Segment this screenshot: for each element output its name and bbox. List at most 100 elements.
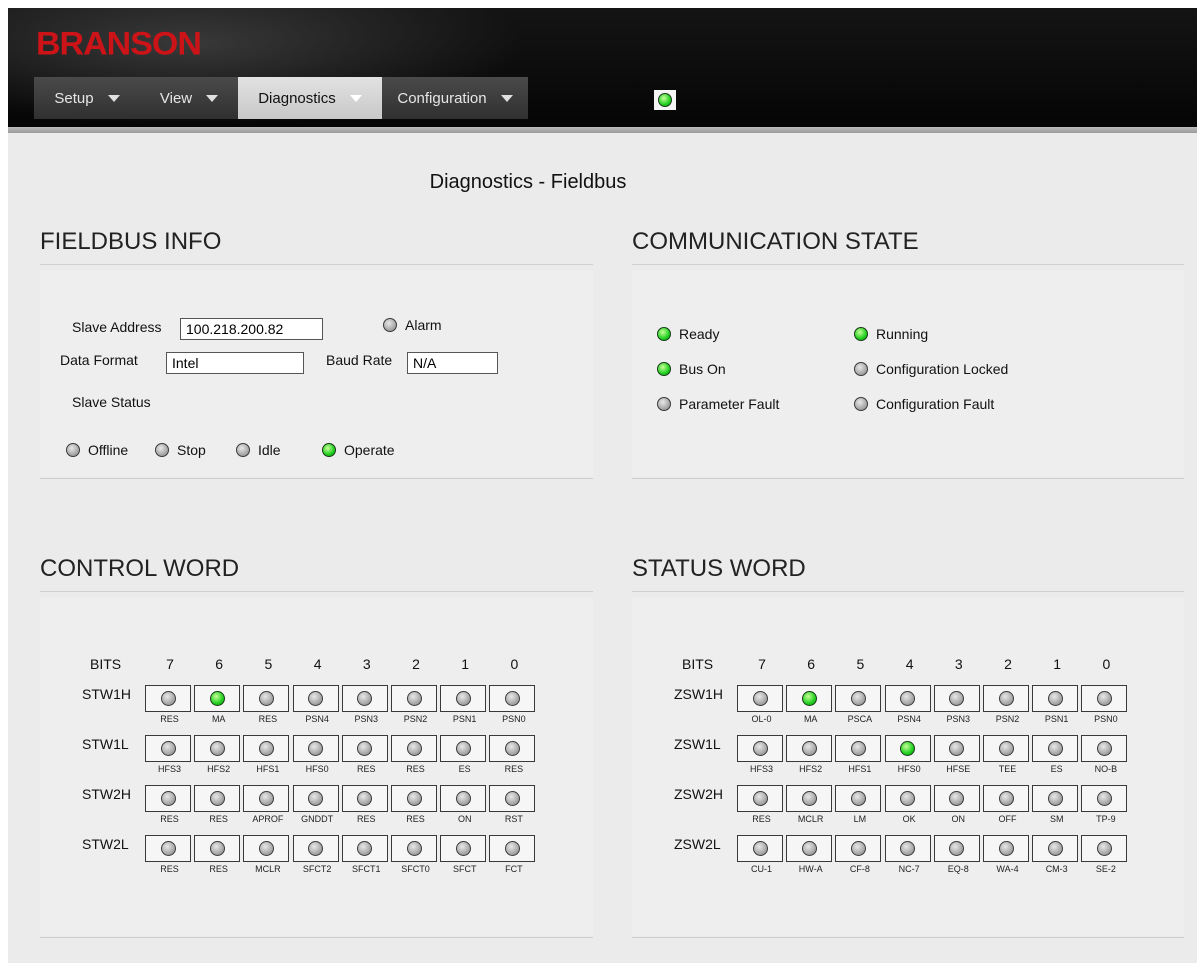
bit-label: RES bbox=[160, 814, 179, 824]
bit-label: RST bbox=[504, 814, 523, 824]
alarm-indicator: Alarm bbox=[383, 317, 442, 333]
bit-label: HFSE bbox=[946, 764, 971, 774]
bit-cell bbox=[489, 735, 536, 762]
bit-led-icon bbox=[308, 741, 324, 756]
bit-cell bbox=[737, 685, 783, 712]
bit-led-icon bbox=[1096, 691, 1112, 706]
bit-cell bbox=[341, 785, 388, 812]
bit-label: WA-4 bbox=[996, 864, 1019, 874]
comm-state-configuration-locked: Configuration Locked bbox=[854, 361, 1008, 377]
status-led-icon bbox=[66, 443, 80, 457]
bit-cell bbox=[440, 685, 487, 712]
bit-number: 4 bbox=[313, 656, 322, 672]
menu-view[interactable]: View bbox=[140, 77, 238, 119]
bit-led-icon bbox=[406, 691, 422, 706]
bit-label: CU-1 bbox=[750, 864, 772, 874]
bit-label: PSN3 bbox=[354, 714, 379, 724]
bit-label: ES bbox=[1050, 764, 1063, 774]
bit-led-icon bbox=[357, 741, 373, 756]
bit-led-icon bbox=[900, 791, 916, 806]
bit-led-icon bbox=[1096, 741, 1112, 756]
bit-cell bbox=[341, 835, 388, 862]
bit-number: 1 bbox=[1053, 656, 1062, 672]
chevron-down-icon bbox=[107, 94, 120, 102]
bit-cell bbox=[489, 685, 536, 712]
branson-logo: BRANSON bbox=[36, 25, 202, 63]
bit-label: RES bbox=[258, 714, 278, 724]
bit-label: PSN0 bbox=[1094, 714, 1118, 724]
bit-led-icon bbox=[504, 691, 520, 706]
bit-label: MA bbox=[803, 714, 818, 724]
menu-configuration[interactable]: Configuration bbox=[382, 77, 528, 119]
bit-led-icon bbox=[850, 791, 866, 806]
comm-state-label: Running bbox=[876, 326, 929, 342]
bit-label: HFS0 bbox=[305, 764, 329, 774]
bit-label: PSN4 bbox=[897, 714, 921, 724]
status-word-bottom-rule bbox=[632, 937, 1184, 938]
bit-led-icon bbox=[455, 841, 471, 856]
bit-label: OL-0 bbox=[751, 714, 772, 724]
bit-label: RES bbox=[406, 814, 425, 824]
bit-number: 5 bbox=[264, 656, 273, 672]
word-row-name-stw1l: STW1L bbox=[82, 736, 129, 752]
data-format-field[interactable]: Intel bbox=[166, 352, 304, 374]
comm-state-label: Configuration Locked bbox=[876, 361, 1009, 377]
bit-label: MCLR bbox=[797, 814, 824, 824]
bit-number: 5 bbox=[856, 656, 865, 672]
slave-address-field[interactable]: 100.218.200.82 bbox=[180, 318, 323, 340]
bit-label: HW-A bbox=[798, 864, 823, 874]
bit-cell bbox=[737, 785, 783, 812]
bit-cell bbox=[786, 785, 833, 812]
bit-label: PSN3 bbox=[946, 714, 971, 724]
comm-state-ready: Ready bbox=[657, 326, 719, 342]
slave-address-label: Slave Address bbox=[72, 319, 162, 335]
bit-led-icon bbox=[752, 691, 768, 706]
bit-number: 1 bbox=[461, 656, 470, 672]
bit-label: PSN2 bbox=[403, 714, 428, 724]
bit-label: FCT bbox=[505, 864, 523, 874]
baud-rate-field[interactable]: N/A bbox=[407, 352, 498, 374]
bit-label: PSN1 bbox=[452, 714, 477, 724]
bit-label: ON bbox=[951, 814, 966, 824]
bit-label: PSN1 bbox=[1044, 714, 1069, 724]
alarm-led-icon bbox=[383, 318, 397, 332]
fieldbus-info-bottom-rule bbox=[40, 478, 593, 479]
bit-cell bbox=[835, 785, 882, 812]
bit-cell bbox=[243, 685, 290, 712]
bit-cell bbox=[884, 835, 931, 862]
menu-diagnostics[interactable]: Diagnostics bbox=[238, 77, 382, 119]
bit-led-icon bbox=[1047, 691, 1063, 706]
menu-setup[interactable]: Setup bbox=[34, 77, 140, 119]
bit-cell bbox=[489, 835, 536, 862]
bit-led-icon bbox=[900, 741, 916, 756]
app-frame: BRANSON Setup View Diagnostics Configuratio… bbox=[8, 8, 1197, 963]
slave-status-label: Stop bbox=[177, 442, 206, 458]
bit-led-icon bbox=[998, 841, 1014, 856]
bit-led-icon bbox=[1047, 841, 1063, 856]
bit-label: TP-9 bbox=[1096, 814, 1116, 824]
bit-cell bbox=[1081, 735, 1128, 762]
bit-led-icon bbox=[1096, 791, 1112, 806]
bit-cell bbox=[440, 835, 487, 862]
system-status-indicator bbox=[654, 90, 676, 110]
communication-state-rule bbox=[632, 264, 1184, 265]
word-row-name-stw2h: STW2H bbox=[82, 786, 131, 802]
bit-cell bbox=[786, 685, 833, 712]
bit-led-icon bbox=[455, 691, 471, 706]
bit-cell bbox=[391, 735, 437, 762]
bit-cell bbox=[489, 785, 536, 812]
status-word-rule bbox=[632, 591, 1184, 592]
slave-status-idle: Idle bbox=[236, 442, 281, 458]
bit-number: 2 bbox=[412, 656, 420, 672]
bit-led-icon bbox=[258, 791, 274, 806]
bit-label: HFS3 bbox=[157, 764, 181, 774]
bit-label: GNDDT bbox=[301, 814, 334, 824]
bit-led-icon bbox=[357, 691, 373, 706]
comm-state-label: Parameter Fault bbox=[679, 396, 780, 412]
bit-led-icon bbox=[850, 691, 866, 706]
status-led-icon bbox=[236, 443, 250, 457]
bit-cell bbox=[933, 785, 980, 812]
bit-led-icon bbox=[949, 741, 965, 756]
bit-label: CF-8 bbox=[849, 864, 870, 874]
data-format-label: Data Format bbox=[60, 352, 138, 368]
